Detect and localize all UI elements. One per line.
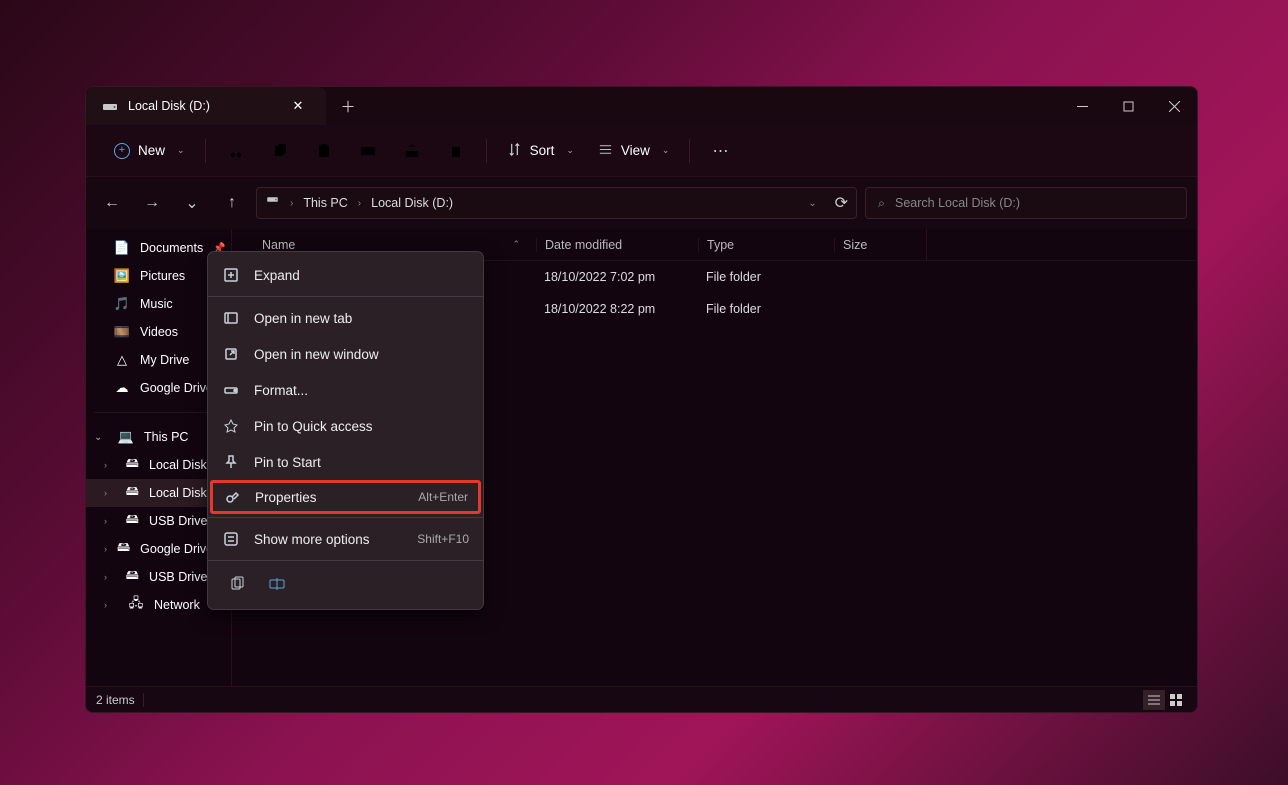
pin-icon [222, 418, 240, 434]
ctx-pin-quick[interactable]: Pin to Quick access [208, 408, 483, 444]
ctx-bottom-row [208, 564, 483, 604]
new-tab-icon [222, 310, 240, 326]
drive-icon: ☁ [114, 380, 130, 396]
chevron-down-icon: ⌄ [177, 145, 185, 156]
sort-icon [507, 142, 522, 160]
minimize-button[interactable] [1059, 87, 1105, 125]
maximize-button[interactable] [1105, 87, 1151, 125]
new-tab-button[interactable]: ＋ [326, 87, 370, 125]
chevron-right-icon[interactable]: › [104, 460, 116, 470]
context-menu: Expand Open in new tab Open in new windo… [207, 251, 484, 610]
recent-locations-button[interactable]: ⌄ [176, 187, 208, 219]
breadcrumb-chevron-icon[interactable]: › [358, 198, 361, 209]
thumbnails-view-button[interactable] [1165, 690, 1187, 710]
ctx-pin-start[interactable]: Pin to Start [208, 444, 483, 480]
refresh-button[interactable]: ⟳ [835, 193, 848, 213]
search-icon: ⌕ [878, 196, 885, 211]
usb-icon: 🖴 [126, 513, 139, 529]
breadcrumb-segment-this-pc[interactable]: This PC [303, 196, 347, 210]
column-header-name[interactable]: Name⌃ [232, 238, 536, 252]
details-view-button[interactable] [1143, 690, 1165, 710]
chevron-right-icon[interactable]: › [104, 488, 116, 498]
navbar: ← → ⌄ ↑ › This PC › Local Disk (D:) ⌄ ⟳ … [86, 177, 1197, 229]
network-icon: 🖧 [128, 597, 144, 613]
statusbar: 2 items [86, 686, 1197, 712]
titlebar: Local Disk (D:) ✕ ＋ [86, 87, 1197, 125]
forward-button[interactable]: → [136, 187, 168, 219]
drive-icon [265, 194, 280, 212]
new-button[interactable]: + New ⌄ [104, 137, 195, 165]
chevron-down-icon: ⌄ [566, 145, 574, 156]
tab-close-button[interactable]: ✕ [286, 98, 310, 114]
disk-icon: 🖴 [126, 485, 139, 501]
status-item-count: 2 items [96, 693, 135, 707]
ctx-rename-button[interactable] [262, 570, 292, 598]
documents-icon: 📄 [114, 240, 130, 256]
close-button[interactable] [1151, 87, 1197, 125]
column-header-size[interactable]: Size [834, 238, 926, 252]
chevron-right-icon[interactable]: › [104, 572, 116, 582]
usb-icon: 🖴 [126, 569, 139, 585]
ctx-open-new-window[interactable]: Open in new window [208, 336, 483, 372]
paste-button[interactable] [304, 133, 344, 169]
ctx-open-new-tab[interactable]: Open in new tab [208, 300, 483, 336]
address-dropdown-button[interactable]: ⌄ [808, 198, 816, 209]
ctx-expand[interactable]: Expand [208, 257, 483, 293]
properties-icon [223, 489, 241, 505]
disk-icon: 🖴 [117, 541, 130, 557]
breadcrumb-chevron-icon[interactable]: › [290, 198, 293, 209]
pictures-icon: 🖼️ [114, 268, 130, 284]
search-placeholder: Search Local Disk (D:) [895, 196, 1020, 210]
gdrive-icon: △ [114, 352, 130, 368]
cut-button[interactable] [216, 133, 256, 169]
shortcut-label: Alt+Enter [418, 490, 468, 504]
view-button[interactable]: View ⌄ [588, 136, 680, 166]
chevron-down-icon[interactable]: ⌄ [94, 432, 108, 443]
window-controls [1059, 87, 1197, 125]
breadcrumb-segment-drive[interactable]: Local Disk (D:) [371, 196, 453, 210]
sort-indicator-icon: ⌃ [512, 239, 520, 250]
ctx-copy-button[interactable] [222, 570, 252, 598]
address-bar[interactable]: › This PC › Local Disk (D:) ⌄ ⟳ [256, 187, 857, 219]
delete-button[interactable] [436, 133, 476, 169]
pin-icon [222, 454, 240, 470]
active-tab[interactable]: Local Disk (D:) ✕ [86, 87, 326, 125]
column-header-type[interactable]: Type [698, 238, 834, 252]
up-button[interactable]: ↑ [216, 187, 248, 219]
list-icon [598, 142, 613, 160]
copy-button[interactable] [260, 133, 300, 169]
videos-icon: 🎞️ [114, 324, 130, 340]
ctx-properties[interactable]: Properties Alt+Enter [210, 480, 481, 514]
drive-icon [102, 98, 118, 114]
more-button[interactable]: ⋯ [700, 133, 740, 169]
chevron-right-icon[interactable]: › [104, 516, 116, 526]
search-input[interactable]: ⌕ Search Local Disk (D:) [865, 187, 1187, 219]
sort-button[interactable]: Sort ⌄ [497, 136, 584, 166]
ctx-format[interactable]: Format... [208, 372, 483, 408]
pc-icon: 💻 [118, 429, 134, 445]
more-icon [222, 531, 240, 547]
shortcut-label: Shift+F10 [417, 532, 469, 546]
column-header-date[interactable]: Date modified [536, 238, 698, 252]
rename-button[interactable] [348, 133, 388, 169]
share-button[interactable] [392, 133, 432, 169]
chevron-down-icon: ⌄ [662, 145, 670, 156]
back-button[interactable]: ← [96, 187, 128, 219]
tab-title: Local Disk (D:) [128, 99, 276, 113]
file-explorer-window: Local Disk (D:) ✕ ＋ + New ⌄ Sort ⌄ [85, 86, 1198, 713]
format-icon [222, 382, 240, 398]
disk-icon: 🖴 [126, 457, 139, 473]
chevron-right-icon[interactable]: › [104, 544, 107, 554]
expand-icon [222, 267, 240, 283]
chevron-right-icon[interactable]: › [104, 600, 118, 610]
plus-circle-icon: + [114, 143, 130, 159]
ctx-show-more[interactable]: Show more options Shift+F10 [208, 521, 483, 557]
toolbar: + New ⌄ Sort ⌄ View ⌄ ⋯ [86, 125, 1197, 177]
new-window-icon [222, 346, 240, 362]
music-icon: 🎵 [114, 296, 130, 312]
